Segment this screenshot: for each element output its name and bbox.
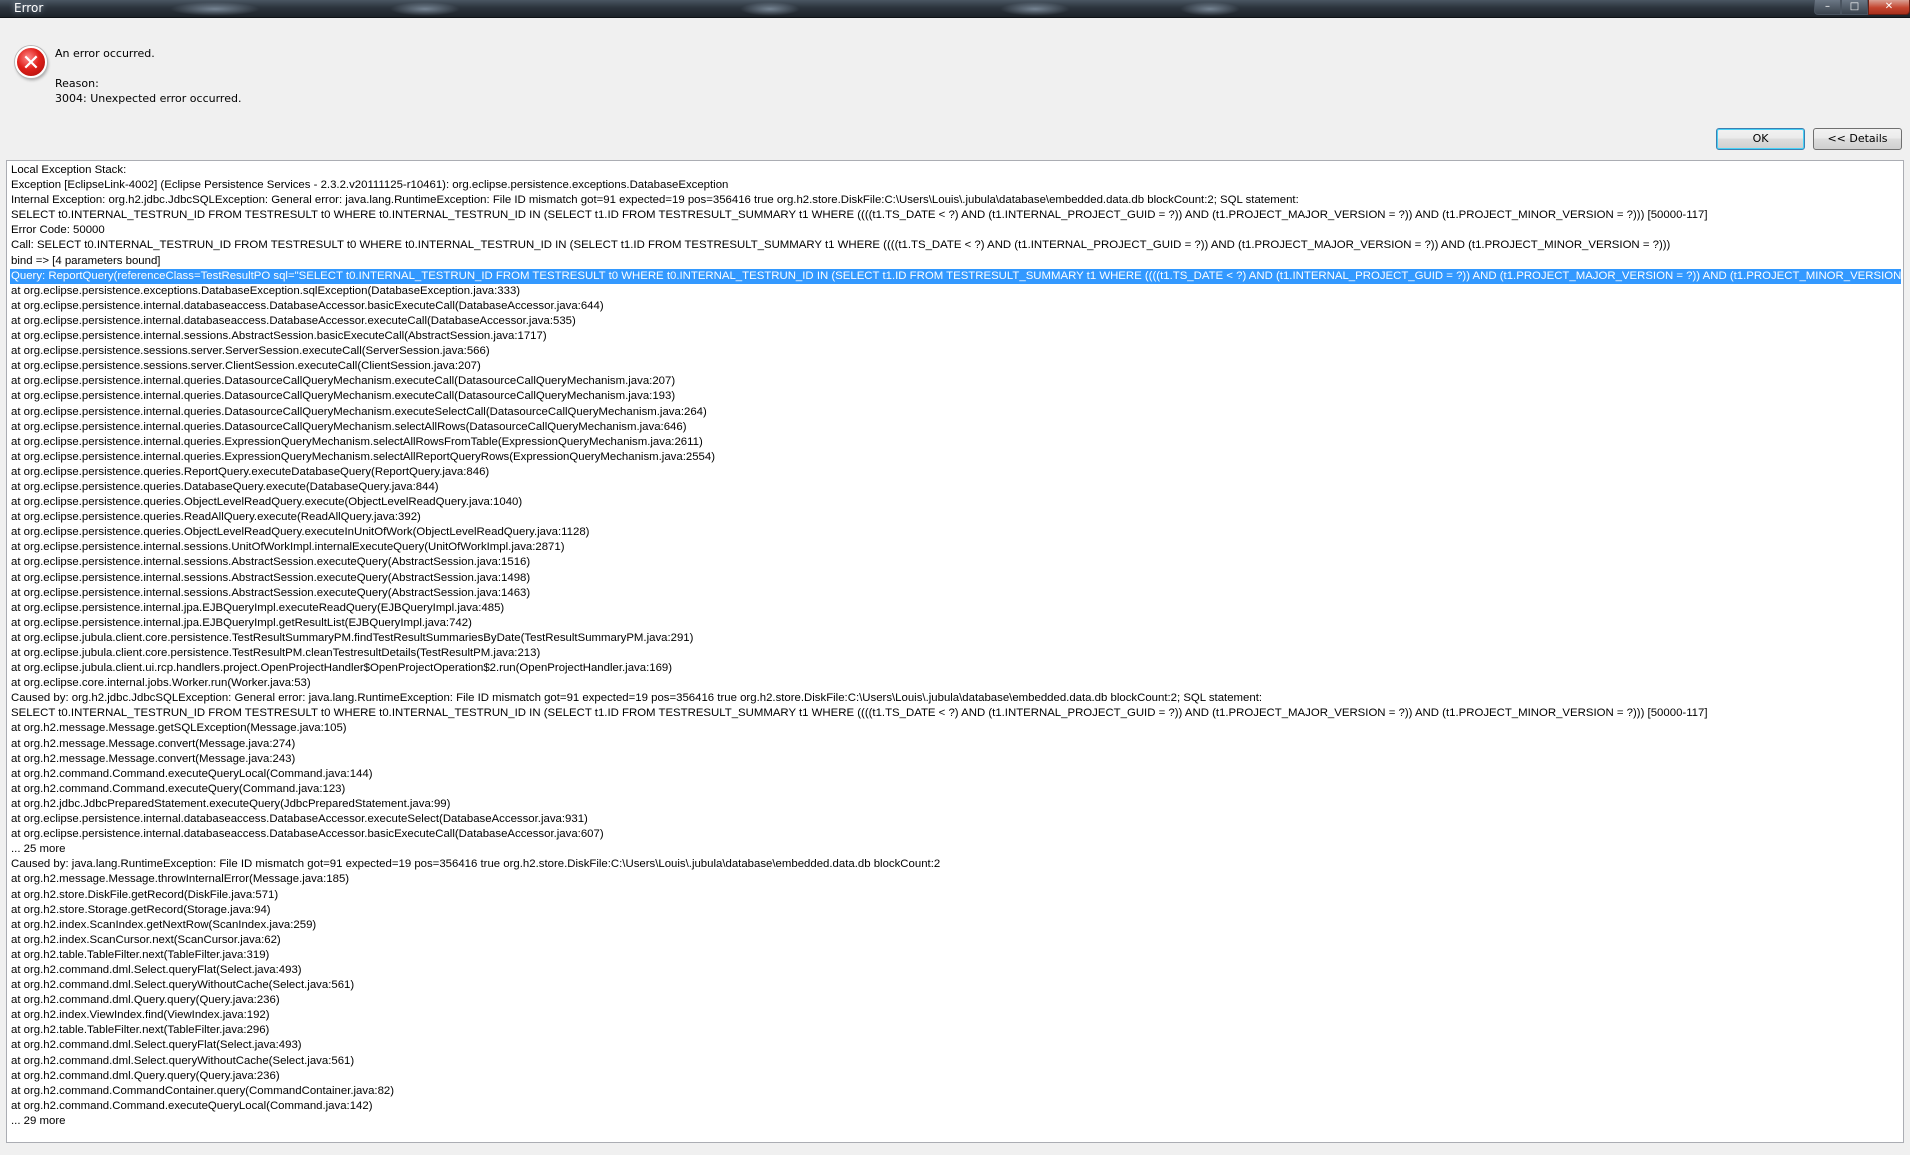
stack-trace-line: at org.h2.index.ViewIndex.find(ViewIndex… (11, 1009, 270, 1022)
stack-trace-line: at org.h2.table.TableFilter.next(TableFi… (11, 948, 270, 961)
stack-trace-line: at org.h2.command.dml.Select.queryWithou… (11, 979, 355, 992)
stack-trace-line: at org.eclipse.persistence.internal.jpa.… (11, 616, 472, 629)
stack-trace-line: at org.eclipse.persistence.internal.quer… (11, 390, 676, 403)
stack-trace-line: Exception [EclipseLink-4002] (Eclipse Pe… (11, 179, 729, 192)
stack-trace-line: at org.h2.jdbc.JdbcPreparedStatement.exe… (11, 797, 451, 810)
ok-button[interactable]: OK (1716, 128, 1805, 150)
stack-trace-line: at org.h2.message.Message.getSQLExceptio… (11, 722, 347, 735)
stack-trace-line: at org.eclipse.persistence.internal.quer… (11, 435, 703, 448)
stack-trace-line-selected: Query: ReportQuery(referenceClass=TestRe… (10, 268, 1901, 284)
window-title: Error (14, 1, 44, 15)
stack-trace-line: at org.eclipse.jubula.client.core.persis… (11, 631, 694, 644)
stack-trace-line: at org.h2.index.ScanIndex.getNextRow(Sca… (11, 918, 317, 931)
stack-trace-line: at org.h2.store.DiskFile.getRecord(DiskF… (11, 888, 279, 901)
stack-trace-line: at org.eclipse.persistence.internal.data… (11, 828, 604, 841)
stack-trace-line: at org.eclipse.persistence.internal.sess… (11, 556, 531, 569)
stack-trace-line: ... 25 more (11, 843, 66, 856)
stack-trace-line: Internal Exception: org.h2.jdbc.JdbcSQLE… (11, 194, 1299, 207)
stack-trace-line: at org.eclipse.persistence.queries.Repor… (11, 465, 490, 478)
stack-trace-line: at org.eclipse.persistence.internal.sess… (11, 330, 547, 343)
stack-trace-line: at org.h2.command.dml.Query.query(Query.… (11, 994, 280, 1007)
stack-trace-line: at org.eclipse.jubula.client.core.persis… (11, 647, 541, 659)
stack-trace-line: at org.eclipse.jubula.client.ui.rcp.hand… (11, 662, 673, 675)
stack-trace-line: Error Code: 50000 (11, 224, 105, 237)
stack-trace-line: Caused by: org.h2.jdbc.JdbcSQLException:… (11, 692, 1263, 705)
stack-trace-line: bind => [4 parameters bound] (11, 254, 161, 267)
details-button[interactable]: << Details (1813, 128, 1902, 150)
stack-trace-line: Caused by: java.lang.RuntimeException: F… (11, 858, 941, 871)
stack-trace-line: at org.eclipse.persistence.internal.quer… (11, 420, 687, 433)
stack-trace-line: at org.eclipse.persistence.exceptions.Da… (11, 284, 521, 297)
stack-trace-line: at org.eclipse.persistence.queries.Objec… (11, 496, 523, 509)
stack-trace-line: at org.h2.command.dml.Query.query(Query.… (11, 1069, 280, 1082)
minimize-button[interactable]: – (1814, 0, 1841, 15)
stack-trace-line: at org.h2.message.Message.convert(Messag… (11, 752, 296, 765)
stack-trace-line: at org.eclipse.persistence.internal.quer… (11, 450, 716, 463)
stack-trace-line: at org.h2.command.Command.executeQuery(C… (11, 782, 346, 795)
stack-trace-line: at org.eclipse.persistence.internal.sess… (11, 586, 531, 599)
error-message: An error occurred. (55, 47, 155, 60)
stack-trace-line: at org.eclipse.persistence.internal.quer… (11, 405, 707, 418)
reason-text: 3004: Unexpected error occurred. (55, 92, 242, 105)
stack-trace-line: at org.eclipse.persistence.internal.data… (11, 299, 604, 312)
stack-trace-line: at org.eclipse.persistence.queries.Objec… (11, 526, 590, 539)
maximize-button[interactable]: □ (1841, 0, 1868, 15)
title-bar[interactable]: Error – □ ✕ (0, 0, 1910, 18)
stack-trace-line: at org.h2.command.dml.Select.queryWithou… (11, 1054, 355, 1067)
stack-trace-line: at org.eclipse.persistence.internal.sess… (11, 571, 531, 584)
stack-trace-line: at org.eclipse.persistence.internal.data… (11, 314, 576, 327)
stack-trace-line: SELECT t0.INTERNAL_TESTRUN_ID FROM TESTR… (11, 209, 1708, 222)
stack-trace-line: at org.h2.message.Message.throwInternalE… (11, 873, 350, 886)
stack-trace-line: at org.eclipse.persistence.queries.Datab… (11, 480, 439, 493)
stack-trace-line: at org.eclipse.persistence.sessions.serv… (11, 345, 490, 358)
stack-trace-line: ... 29 more (11, 1114, 66, 1127)
stack-trace-line: at org.h2.command.dml.Select.queryFlat(S… (11, 1039, 302, 1052)
stack-trace-line: at org.h2.command.CommandContainer.query… (11, 1084, 395, 1097)
stack-trace-line: Call: SELECT t0.INTERNAL_TESTRUN_ID FROM… (11, 239, 1671, 252)
stack-trace-line: at org.h2.message.Message.convert(Messag… (11, 737, 296, 750)
stack-trace-line: at org.eclipse.persistence.queries.ReadA… (11, 511, 421, 524)
close-button[interactable]: ✕ (1868, 0, 1910, 15)
stack-trace-line: at org.eclipse.core.internal.jobs.Worker… (11, 677, 311, 690)
reason-label: Reason: (55, 77, 99, 90)
stack-trace-textarea[interactable]: Local Exception Stack: Exception [Eclipse… (6, 160, 1904, 1143)
stack-trace-line: at org.h2.table.TableFilter.next(TableFi… (11, 1024, 270, 1037)
stack-trace-line: at org.h2.command.Command.executeQueryLo… (11, 1099, 373, 1112)
stack-trace-line: at org.eclipse.persistence.internal.sess… (11, 541, 565, 554)
stack-trace-line: Local Exception Stack: (11, 164, 127, 176)
stack-trace-line: at org.eclipse.persistence.sessions.serv… (11, 360, 481, 373)
stack-trace-line: at org.eclipse.persistence.internal.quer… (11, 375, 676, 388)
stack-trace-line: at org.eclipse.persistence.internal.jpa.… (11, 601, 505, 614)
stack-trace-line: at org.h2.command.Command.executeQueryLo… (11, 767, 373, 780)
stack-trace-line: at org.h2.store.Storage.getRecord(Storag… (11, 903, 271, 916)
stack-trace-line: at org.h2.command.dml.Select.queryFlat(S… (11, 963, 302, 976)
error-icon: ✕ (15, 46, 47, 78)
stack-trace-line: at org.eclipse.persistence.internal.data… (11, 813, 588, 826)
stack-trace-line: at org.h2.index.ScanCursor.next(ScanCurs… (11, 933, 281, 946)
stack-trace-line: SELECT t0.INTERNAL_TESTRUN_ID FROM TESTR… (11, 707, 1708, 720)
